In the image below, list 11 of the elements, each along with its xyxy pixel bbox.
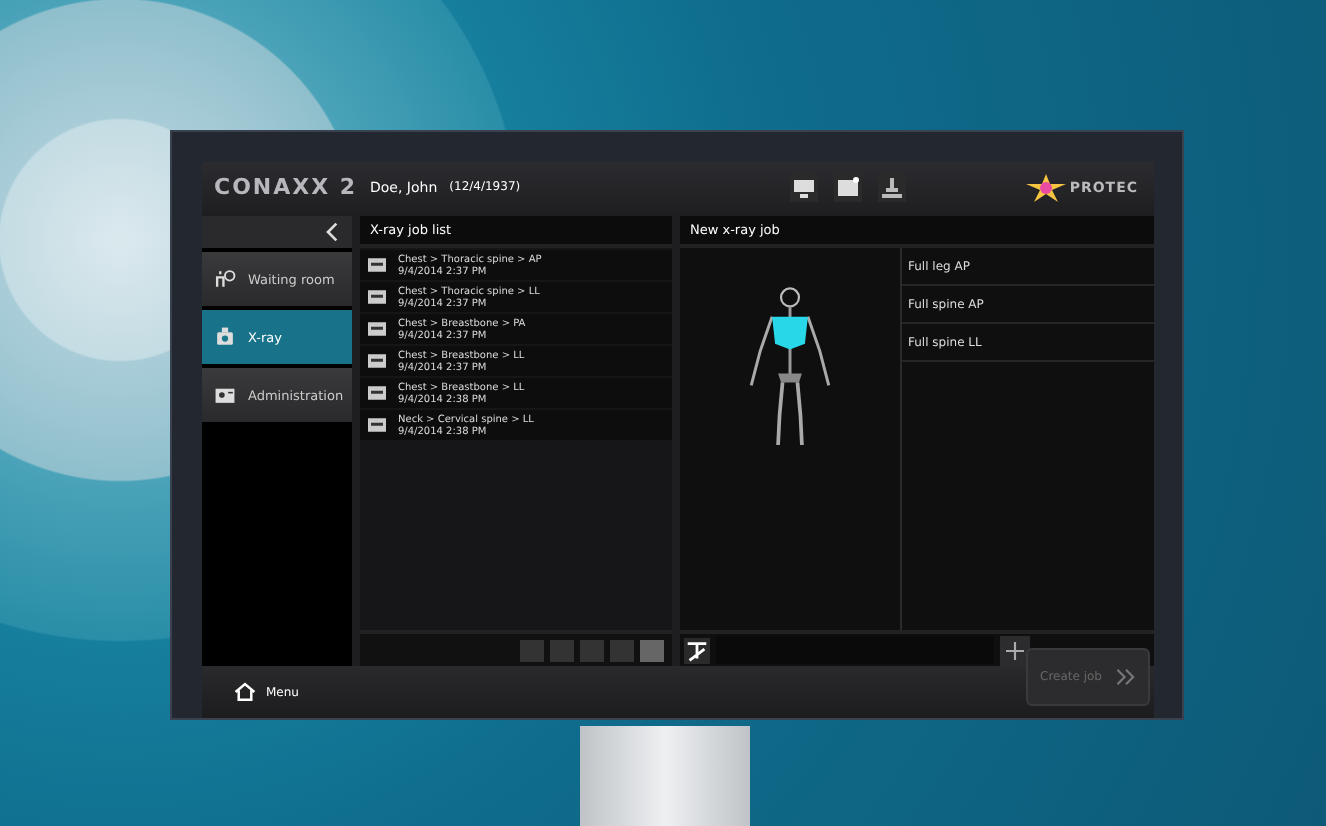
input-field[interactable] (716, 636, 994, 664)
image-icon[interactable] (833, 173, 862, 201)
house-icon (234, 682, 256, 702)
id-card-icon (214, 384, 236, 406)
star-logo-icon (1025, 173, 1066, 201)
chevron-left-icon (326, 222, 340, 242)
app-logo: CONAXX 2 (214, 174, 360, 200)
plus-icon (1006, 641, 1024, 659)
toolbar-button[interactable] (640, 639, 664, 661)
add-button[interactable] (1000, 635, 1030, 665)
double-chevron-icon (1116, 667, 1136, 685)
